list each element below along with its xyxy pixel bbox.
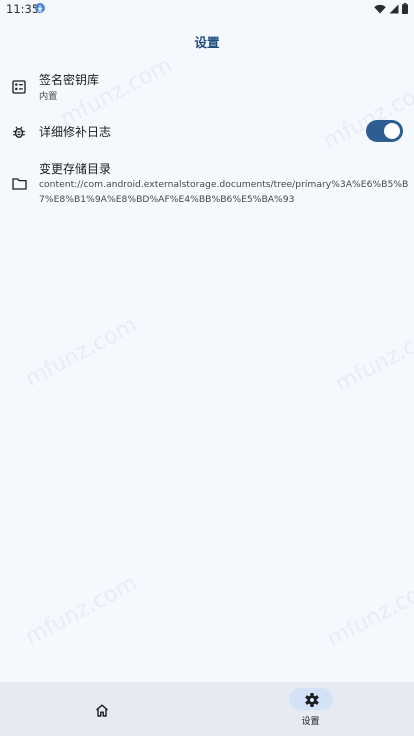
nav-label-settings: 设置 xyxy=(301,717,320,727)
setting-verbose-log[interactable]: 详细修补日志 xyxy=(0,115,414,147)
page-title: 设置 xyxy=(194,35,220,50)
cellular-signal-icon xyxy=(389,4,399,13)
keystore-list-icon xyxy=(12,79,26,98)
settings-screen: 11:35 设置 mfunz.com mfunz.com mfunz.com m… xyxy=(0,0,414,736)
setting-subtitle: 内置 xyxy=(39,91,58,102)
status-bar: 11:35 xyxy=(0,0,414,18)
watermark: mfunz.com xyxy=(331,317,414,398)
watermark: mfunz.com xyxy=(21,312,142,393)
nav-item-settings[interactable]: 设置 xyxy=(207,682,414,736)
watermark: mfunz.com xyxy=(323,572,414,653)
bug-icon xyxy=(12,124,26,143)
setting-title: 签名密钥库 xyxy=(39,73,100,87)
toggle-thumb xyxy=(384,123,400,139)
verbose-log-toggle[interactable] xyxy=(366,120,403,142)
battery-icon xyxy=(402,3,408,14)
setting-title: 变更存储目录 xyxy=(39,162,112,176)
bottom-navigation: 设置 xyxy=(0,682,414,736)
home-icon xyxy=(95,702,109,721)
status-icons xyxy=(374,3,408,14)
folder-icon xyxy=(12,175,27,194)
setting-keystore[interactable]: 签名密钥库 内置 xyxy=(0,64,414,108)
watermark: mfunz.com xyxy=(21,570,142,651)
setting-subtitle: content://com.android.externalstorage.do… xyxy=(39,179,409,205)
setting-title: 详细修补日志 xyxy=(39,125,112,139)
wifi-icon xyxy=(374,4,386,13)
setting-storage-directory[interactable]: 变更存储目录 content://com.android.externalsto… xyxy=(0,155,414,211)
nav-item-home[interactable] xyxy=(0,682,207,736)
download-notification-icon xyxy=(35,3,45,13)
gear-icon xyxy=(305,692,319,711)
